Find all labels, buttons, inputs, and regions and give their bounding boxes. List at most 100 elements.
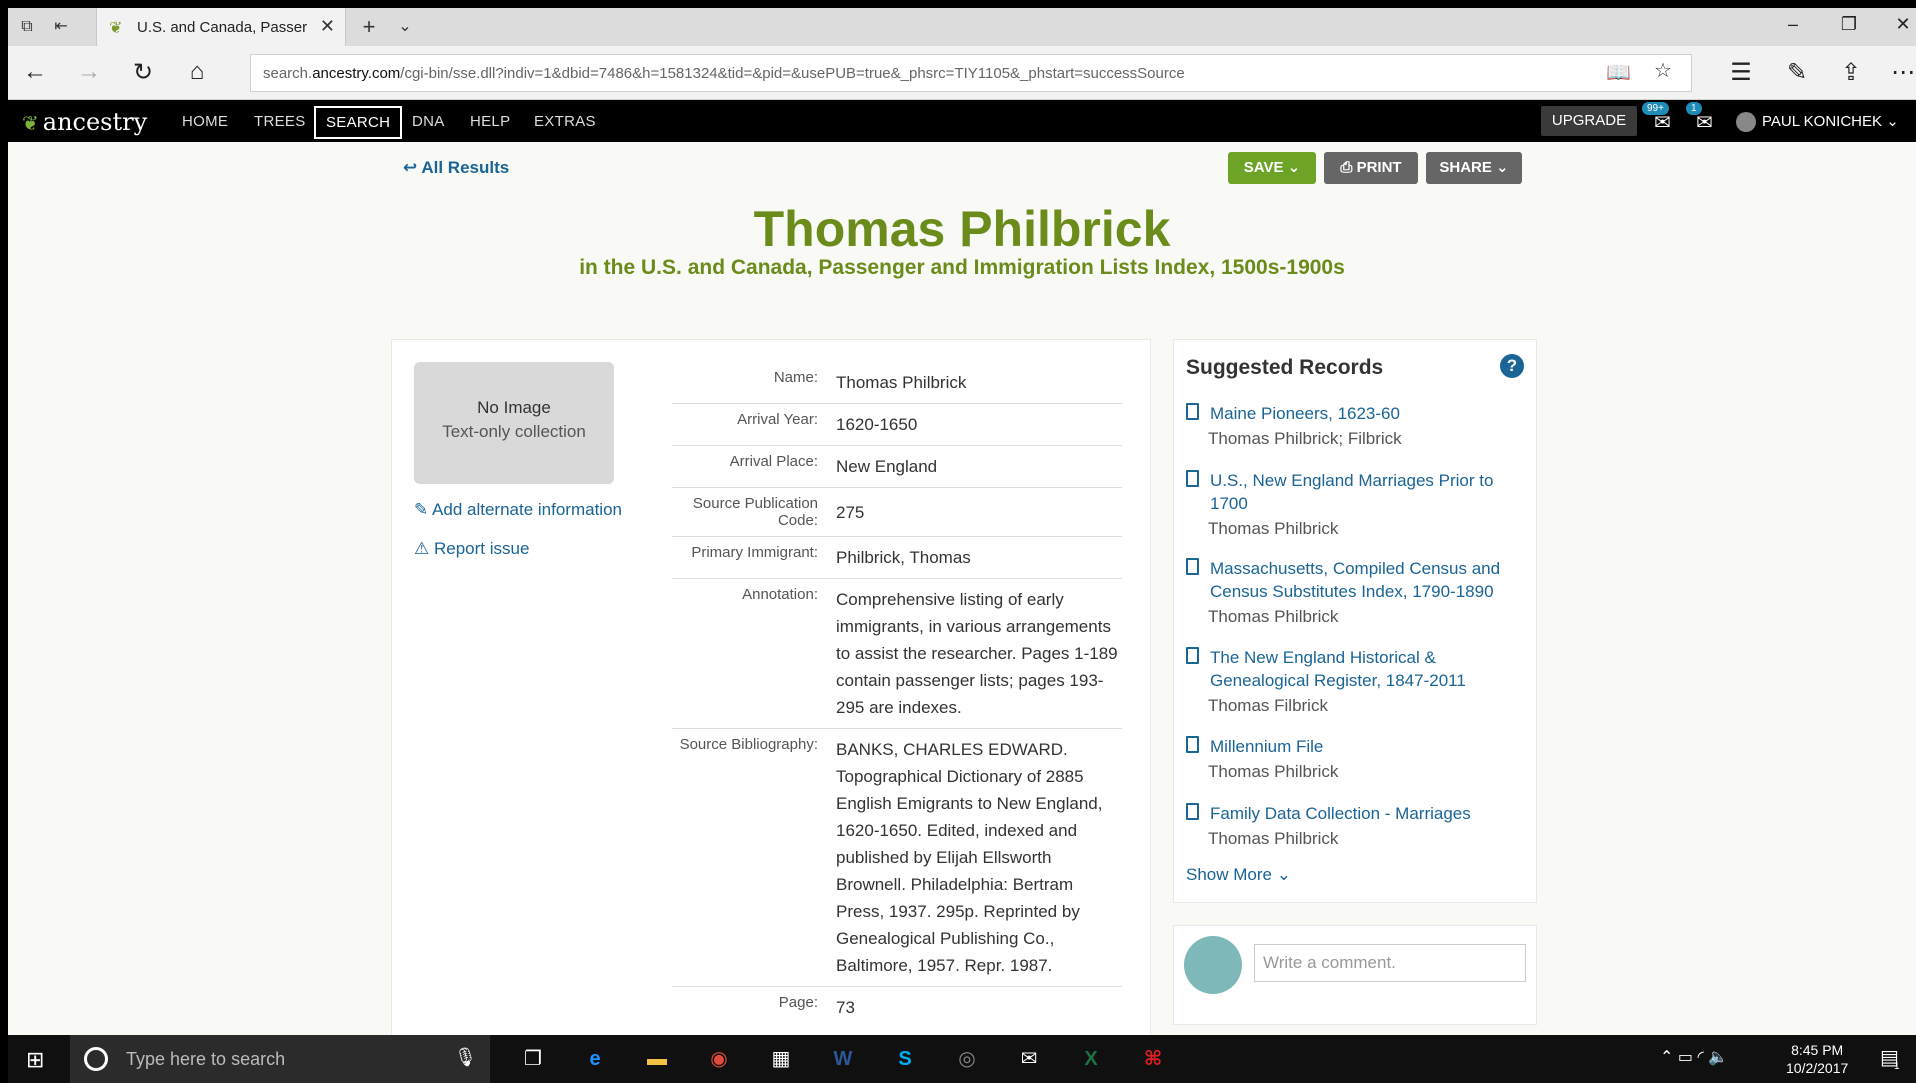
nav-help[interactable]: HELP xyxy=(470,113,510,130)
battery-icon: ▭ xyxy=(1677,1049,1693,1066)
leaf-icon: ❦ xyxy=(22,111,39,135)
nav-dna[interactable]: DNA xyxy=(412,113,445,130)
chrome-icon[interactable]: ◉ xyxy=(694,1041,744,1077)
field-value: Comprehensive listing of early immigrant… xyxy=(836,590,1118,717)
field-label: Source Bibliography: xyxy=(679,736,818,753)
windows-start-icon[interactable]: ⊞ xyxy=(26,1047,44,1073)
tab-bar: ⧉ ⇤ ❦ U.S. and Canada, Passer ✕ + ⌄ – ❐ … xyxy=(8,8,1916,46)
suggested-record-title[interactable]: The New England Historical & Genealogica… xyxy=(1186,646,1526,692)
report-issue-link[interactable]: ⚠ Report issue xyxy=(414,539,529,559)
upgrade-button[interactable]: UPGRADE xyxy=(1541,106,1637,136)
chevron-down-icon: ⌄ xyxy=(1287,159,1301,176)
all-results-label: All Results xyxy=(421,158,510,177)
mail-icon[interactable]: ✉ xyxy=(1004,1041,1054,1077)
field-row-page: Page: 73 xyxy=(672,987,1122,1028)
ancestry-favicon-icon: ❦ xyxy=(109,20,123,37)
edge-icon[interactable]: e xyxy=(570,1041,620,1077)
home-icon[interactable]: ⌂ xyxy=(182,58,212,86)
nav-home[interactable]: HOME xyxy=(182,113,228,130)
user-menu[interactable]: PAUL KONICHEK ⌄ xyxy=(1736,112,1899,133)
comment-input[interactable]: Write a comment. xyxy=(1254,944,1526,982)
document-icon xyxy=(1186,803,1199,820)
suggested-record-title[interactable]: Family Data Collection - Marriages xyxy=(1186,802,1526,825)
forward-arrow-icon[interactable]: → xyxy=(74,58,104,86)
suggested-record-name: Thomas Filbrick xyxy=(1208,696,1328,715)
suggested-record-title[interactable]: Massachusetts, Compiled Census and Censu… xyxy=(1186,557,1526,603)
nav-trees[interactable]: TREES xyxy=(254,113,306,130)
field-value: 1620-1650 xyxy=(836,415,918,434)
page-subtitle: in the U.S. and Canada, Passenger and Im… xyxy=(579,256,1345,279)
share-button[interactable]: SHARE ⌄ xyxy=(1426,152,1522,184)
back-arrow-icon[interactable]: ← xyxy=(20,58,50,86)
field-value: 73 xyxy=(836,998,855,1017)
excel-icon[interactable]: X xyxy=(1066,1041,1116,1077)
microphone-icon[interactable]: 🎙 xyxy=(454,1047,477,1068)
favorites-hub-icon[interactable]: ☰ xyxy=(1726,58,1756,87)
print-button[interactable]: ⎙ PRINT xyxy=(1324,152,1418,184)
windows-taskbar: ⊞ Type here to search 🎙 ❐ e ▬ ◉ ▦ W S ◎ … xyxy=(8,1035,1916,1083)
taskbar-clock[interactable]: 8:45 PM 10/2/2017 xyxy=(1786,1041,1848,1077)
url-field[interactable]: search.ancestry.com/cgi-bin/sse.dll?indi… xyxy=(250,54,1692,92)
browser-window: ⧉ ⇤ ❦ U.S. and Canada, Passer ✕ + ⌄ – ❐ … xyxy=(8,8,1916,1035)
tab-preview-chevron-icon[interactable]: ⌄ xyxy=(394,17,416,37)
minimize-icon[interactable]: – xyxy=(1778,14,1808,35)
suggested-record-item[interactable]: Family Data Collection - Marriages Thomas… xyxy=(1186,802,1526,849)
help-icon[interactable]: ? xyxy=(1500,354,1524,378)
more-options-icon[interactable]: ⋯ xyxy=(1888,58,1916,87)
share-icon[interactable]: ⇪ xyxy=(1836,58,1866,87)
restore-icon[interactable]: ❐ xyxy=(1834,14,1864,35)
clock-time: 8:45 PM xyxy=(1791,1042,1844,1058)
task-view-icon[interactable]: ❐ xyxy=(508,1041,558,1077)
suggested-record-title[interactable]: Millennium File xyxy=(1186,735,1526,758)
ancestry-logo[interactable]: ❦ ancestry xyxy=(22,108,147,136)
store-icon[interactable]: ▦ xyxy=(756,1041,806,1077)
word-icon[interactable]: W xyxy=(818,1041,868,1077)
new-tab-icon[interactable]: + xyxy=(358,16,380,38)
suggested-record-item[interactable]: Maine Pioneers, 1623-60 Thomas Philbrick;… xyxy=(1186,402,1526,449)
warning-icon: ⚠ xyxy=(414,539,430,558)
field-row-source-pub-code: Source Publication Code: 275 xyxy=(672,488,1122,537)
add-alternate-info-link[interactable]: ✎ Add alternate information xyxy=(414,500,622,520)
web-note-pen-icon[interactable]: ✎ xyxy=(1782,58,1812,87)
chevron-down-icon: ⌄ xyxy=(1276,865,1291,884)
acrobat-icon[interactable]: ⌘ xyxy=(1128,1041,1178,1077)
save-button[interactable]: SAVE ⌄ xyxy=(1228,152,1316,184)
set-aside-tabs-icon[interactable]: ⇤ xyxy=(50,17,72,37)
skype-icon[interactable]: S xyxy=(880,1041,930,1077)
field-value: Philbrick, Thomas xyxy=(836,548,971,567)
system-tray[interactable]: ⌃ ▭ ◜ 🔈 xyxy=(1660,1047,1728,1067)
add-alt-label: Add alternate information xyxy=(432,500,622,519)
taskbar-search[interactable]: Type here to search 🎙 xyxy=(70,1035,490,1083)
address-bar-row: ← → ↻ ⌂ search.ancestry.com/cgi-bin/sse.… xyxy=(8,46,1916,100)
suggested-record-item[interactable]: U.S., New England Marriages Prior to 170… xyxy=(1186,469,1526,539)
suggested-record-item[interactable]: Massachusetts, Compiled Census and Censu… xyxy=(1186,557,1526,627)
close-window-icon[interactable]: ✕ xyxy=(1888,14,1916,35)
tab-manager-icon[interactable]: ⧉ xyxy=(16,17,38,37)
favorite-star-icon[interactable]: ☆ xyxy=(1654,58,1672,83)
reading-view-icon[interactable]: 📖 xyxy=(1606,60,1631,85)
field-label: Annotation: xyxy=(742,586,818,603)
site-navigation: ❦ ancestry HOME TREES SEARCH DNA HELP EXT… xyxy=(8,100,1916,142)
report-label: Report issue xyxy=(433,539,530,558)
suggested-record-title[interactable]: Maine Pioneers, 1623-60 xyxy=(1186,402,1526,425)
close-tab-icon[interactable]: ✕ xyxy=(320,16,335,37)
field-row-source-bibliography: Source Bibliography: BANKS, CHARLES EDWAR… xyxy=(672,729,1122,987)
app-icon[interactable]: ◎ xyxy=(942,1041,992,1077)
suggested-record-item[interactable]: Millennium File Thomas Philbrick xyxy=(1186,735,1526,782)
field-row-arrival-year: Arrival Year: 1620-1650 xyxy=(672,404,1122,446)
document-icon xyxy=(1186,558,1199,575)
nav-search[interactable]: SEARCH xyxy=(314,106,403,139)
browser-tab[interactable]: ❦ U.S. and Canada, Passer ✕ xyxy=(96,8,346,46)
file-explorer-icon[interactable]: ▬ xyxy=(632,1041,682,1077)
show-more-link[interactable]: Show More ⌄ xyxy=(1186,865,1291,885)
nav-extras[interactable]: EXTRAS xyxy=(534,113,596,130)
refresh-icon[interactable]: ↻ xyxy=(128,58,158,87)
all-results-link[interactable]: ↩ All Results xyxy=(403,158,509,178)
suggested-record-item[interactable]: The New England Historical & Genealogica… xyxy=(1186,646,1526,716)
suggested-record-title[interactable]: U.S., New England Marriages Prior to 170… xyxy=(1186,469,1526,515)
field-value: 275 xyxy=(836,502,865,522)
back-arrow-icon: ↩ xyxy=(403,158,418,177)
document-icon xyxy=(1186,736,1199,753)
user-name: PAUL KONICHEK xyxy=(1762,113,1883,130)
document-icon xyxy=(1186,403,1199,420)
